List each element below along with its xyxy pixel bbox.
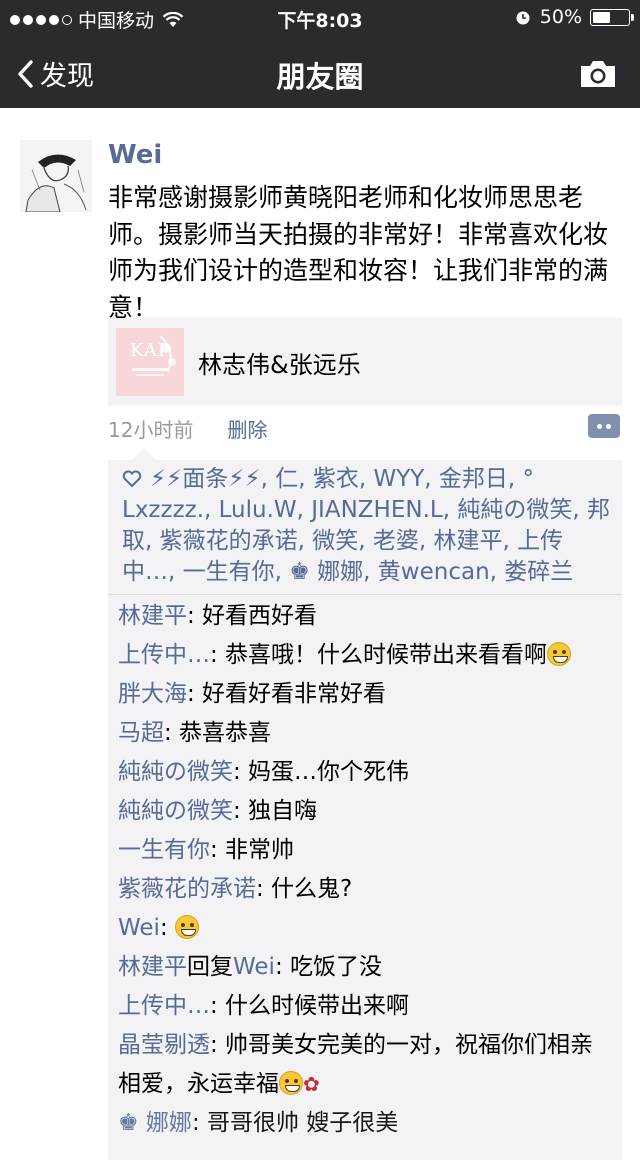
grin-emoji-icon <box>175 915 199 939</box>
status-bar: 中国移动 下午8:03 50% <box>0 0 640 36</box>
commenter-name[interactable]: 晶莹剔透 <box>118 1032 210 1058</box>
comment-text: : <box>159 915 175 941</box>
rose-icon: ✿ <box>303 1072 320 1096</box>
comment-text: : 妈蛋…你个死伟 <box>233 759 410 785</box>
commenter-name[interactable]: 胖大海 <box>118 681 187 707</box>
liker-names[interactable]: ⚡⚡面条⚡⚡, 仁, 紫衣, WYY, 金邦日, ° Lxzzzz., Lulu… <box>122 466 610 585</box>
grin-emoji-icon <box>547 642 572 666</box>
heart-icon <box>122 470 142 488</box>
avatar[interactable] <box>20 140 92 212</box>
commenter-name[interactable]: 林建平 <box>118 603 187 629</box>
comment-text: : 非常帅 <box>210 837 295 863</box>
page-title: 朋友圈 <box>276 60 364 94</box>
comment-row[interactable]: 晶莹剔透: 帅哥美女完美的一对，祝福你们相亲相爱，永运幸福 ✿ <box>118 1026 614 1104</box>
share-thumb-text: KAI <box>130 340 166 361</box>
dot-icon <box>597 423 602 429</box>
author-name[interactable]: Wei <box>108 140 162 170</box>
post-time: 12小时前 <box>108 418 194 442</box>
comment-row[interactable]: 林建平: 好看西好看 <box>118 597 614 636</box>
delete-link[interactable]: 删除 <box>227 414 267 443</box>
comment-text: : 好看好看非常好看 <box>187 681 387 707</box>
comment-row[interactable]: ♚ 娜娜: 哥哥很帅 嫂子很美 <box>118 1104 614 1143</box>
reply-word: 回复 <box>187 954 233 980</box>
comment-row[interactable]: 純純の微笑: 妈蛋…你个死伟 <box>118 753 614 792</box>
camera-icon[interactable] <box>578 58 618 90</box>
battery-percent: 50% <box>539 6 582 28</box>
comment-row[interactable]: Wei: <box>118 909 614 948</box>
share-thumbnail: KAI <box>116 328 184 396</box>
likes-list: ⚡⚡面条⚡⚡, 仁, 紫衣, WYY, 金邦日, ° Lxzzzz., Lulu… <box>108 460 622 595</box>
comment-row[interactable]: 林建平回复Wei: 吃饭了没 <box>118 948 614 987</box>
status-right: 50% <box>514 6 634 28</box>
avatar-sketch-icon <box>20 140 92 212</box>
dot-icon <box>606 423 611 429</box>
commenter-name[interactable]: Wei <box>118 915 160 941</box>
alarm-icon <box>516 11 530 25</box>
commenter-name[interactable]: 純純の微笑 <box>118 798 233 824</box>
comment-text: : 恭喜恭喜 <box>164 720 272 746</box>
comment-text: : 什么鬼? <box>256 876 353 902</box>
comment-row[interactable]: 上传中…: 什么时候带出来啊 <box>118 987 614 1026</box>
feedback-panel: ⚡⚡面条⚡⚡, 仁, 紫衣, WYY, 金邦日, ° Lxzzzz., Lulu… <box>108 448 622 1160</box>
moment-post: Wei 非常感谢摄影师黄晓阳老师和化妆师思思老师。摄影师当天拍摄的非常好！非常喜… <box>0 108 640 1160</box>
comment-text: : 好看西好看 <box>187 603 318 629</box>
comment-text: : 哥哥很帅 嫂子很美 <box>191 1110 399 1136</box>
commenter-name[interactable]: 上传中… <box>118 993 210 1019</box>
comments-list: 林建平: 好看西好看 上传中…: 恭喜哦！什么时候带出来看看啊 胖大海: 好看好看非… <box>108 595 622 1143</box>
post-meta: 12小时前 删除 <box>108 414 267 443</box>
comment-text: : 独自嗨 <box>233 798 318 824</box>
battery-icon <box>590 8 634 26</box>
comment-row[interactable]: 上传中…: 恭喜哦！什么时候带出来看看啊 <box>118 636 614 675</box>
post-text: 非常感谢摄影师黄晓阳老师和化妆师思思老师。摄影师当天拍摄的非常好！非常喜欢化妆师… <box>108 183 609 322</box>
comment-row[interactable]: 一生有你: 非常帅 <box>118 831 614 870</box>
top-bar: 中国移动 下午8:03 50% 发现 朋友圈 <box>0 0 640 108</box>
blush-emoji-icon <box>279 1071 303 1095</box>
commenter-name[interactable]: 紫薇花的承诺 <box>118 876 256 902</box>
battery-fill <box>593 11 610 23</box>
commenter-name[interactable]: 马超 <box>118 720 164 746</box>
commenter-name[interactable]: 純純の微笑 <box>118 759 233 785</box>
comment-row[interactable]: 紫薇花的承诺: 什么鬼? <box>118 870 614 909</box>
comment-row[interactable]: 純純の微笑: 独自嗨 <box>118 792 614 831</box>
comment-menu-button[interactable] <box>588 414 620 438</box>
reply-target-name[interactable]: Wei <box>233 954 275 980</box>
commenter-name[interactable]: 一生有你 <box>118 837 210 863</box>
commenter-name[interactable]: 林建平 <box>118 954 187 980</box>
commenter-name[interactable]: ♚ 娜娜 <box>118 1110 192 1136</box>
comment-text: : 恭喜哦！什么时候带出来看看啊 <box>210 642 548 668</box>
share-title: 林志伟&张远乐 <box>198 350 361 379</box>
commenter-name[interactable]: 上传中… <box>118 642 210 668</box>
comment-row[interactable]: 马超: 恭喜恭喜 <box>118 714 614 753</box>
comment-text: : 吃饭了没 <box>274 954 382 980</box>
shared-link-card[interactable]: KAI 林志伟&张远乐 <box>108 318 622 406</box>
comment-row[interactable]: 胖大海: 好看好看非常好看 <box>118 675 614 714</box>
comment-text: : 什么时候带出来啊 <box>210 993 410 1019</box>
nav-bar: 发现 朋友圈 <box>0 36 640 108</box>
